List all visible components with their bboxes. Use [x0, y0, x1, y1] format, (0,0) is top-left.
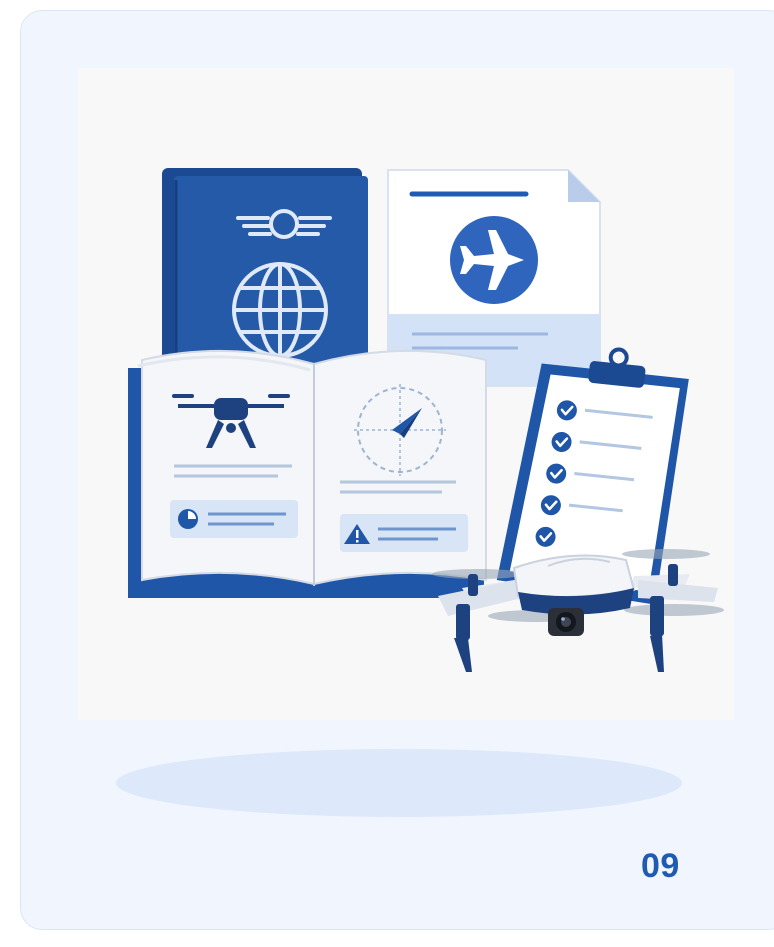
open-book-icon — [128, 349, 487, 598]
image-shadow — [116, 749, 682, 817]
card-number: 09 — [641, 847, 680, 885]
illustration — [78, 68, 734, 720]
card: 09 — [20, 10, 774, 930]
